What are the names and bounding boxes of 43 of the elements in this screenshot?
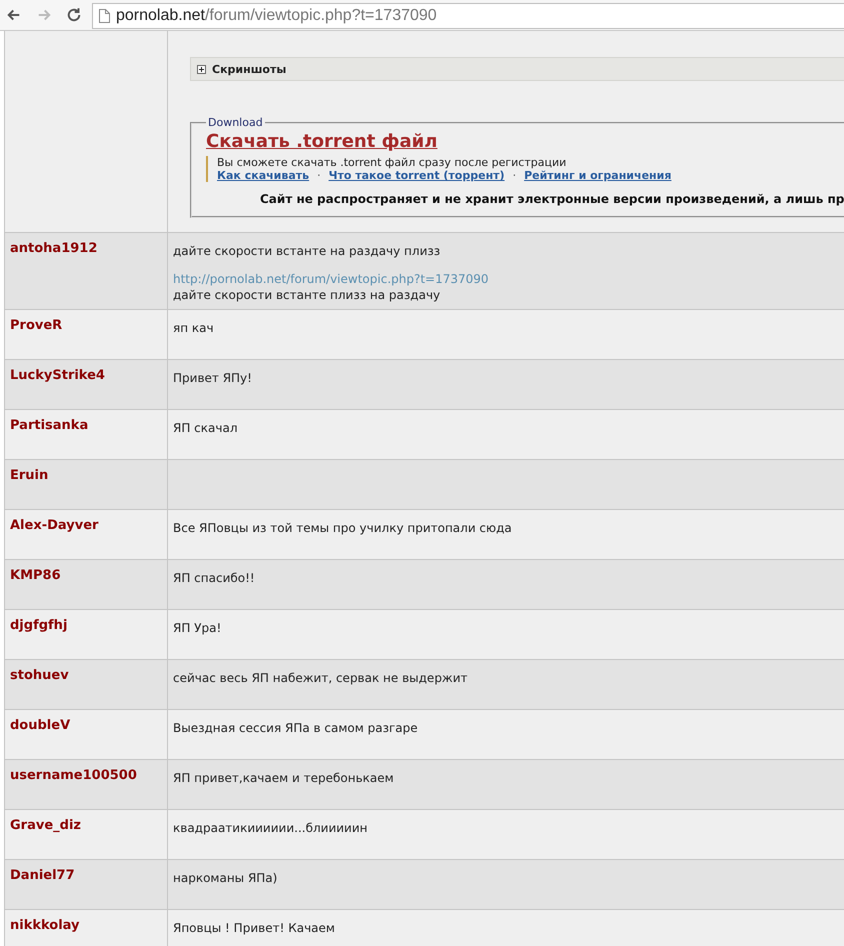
help-link[interactable]: Как скачивать [217,169,310,182]
author-name[interactable]: ProveR [10,318,62,333]
author-name[interactable]: antoha1912 [10,241,98,256]
author-name[interactable]: KMP86 [10,568,61,583]
post-text: ЯП спасибо!! [173,570,256,586]
post-text: сейчас весь ЯП набежит, сервак не выдержит [173,670,469,686]
separator-dot: · [317,169,321,182]
post-text: дайте скорости встанте на раздачу плизз [173,243,442,259]
post-text: Яповцы ! Привет! Качаем [173,920,336,936]
note-text: Вы сможете скачать .torrent файл сразу после регистрации [217,156,568,169]
author-name[interactable]: Alex-Dayver [10,518,98,533]
post-text: квадраатикииииии...блииииин [173,820,368,836]
address-bar[interactable]: pornolab.net/forum/viewtopic.php?t=1737090 [92,3,844,29]
post-text: ЯП Ура! [173,620,222,636]
disclaimer-text: Сайт не распространяет и не хранит электронные версии произведений, а лишь пр [260,192,844,206]
post-text: Выездная сессия ЯПа в самом разгаре [173,720,419,736]
help-link[interactable]: Рейтинг и ограничения [524,169,672,182]
author-name[interactable]: stohuev [10,668,69,683]
author-name[interactable]: Eruin [10,468,48,483]
post-text: дайте скорости встанте плизз на раздачу [173,287,442,303]
post-text: яп кач [173,320,215,336]
spoiler-header[interactable]: Скриншоты [190,57,844,81]
author-name[interactable]: Grave_diz [10,818,81,833]
plus-icon [197,64,206,74]
download-link[interactable]: Скачать .torrent файл [206,131,438,152]
reload-icon [65,6,83,24]
separator-dot: · [512,169,516,182]
post-text: Привет ЯПу! [173,370,253,386]
panel-legend: Download [206,116,265,129]
page-icon [99,9,110,23]
author-name[interactable]: doubleV [10,718,70,733]
post-text: Все ЯПовцы из той темы про училку притопали сюда [173,520,513,536]
author-name[interactable]: Daniel77 [10,868,75,883]
post-text: наркоманы ЯПа) [173,870,278,886]
author-name[interactable]: Partisanka [10,418,88,433]
post-text: ЯП скачал [173,420,238,436]
author-name[interactable]: username100500 [10,768,137,783]
author-name[interactable]: djgfgfhj [10,618,68,633]
help-link[interactable]: Что такое torrent (торрент) [328,169,505,182]
author-name[interactable]: LuckyStrike4 [10,368,105,383]
post-text: ЯП привет,качаем и теребонькаем [173,770,395,786]
url-text: pornolab.net/forum/viewtopic.php?t=1737090 [116,7,437,25]
author-name[interactable]: nikkkolay [10,918,80,933]
